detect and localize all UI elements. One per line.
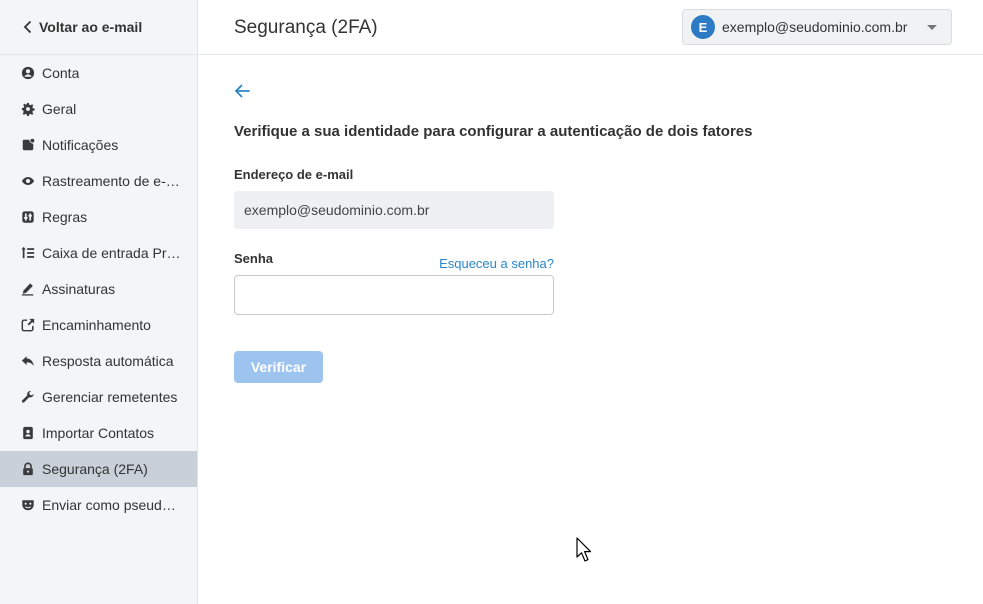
sidebar-item-label: Enviar como pseud… bbox=[42, 497, 176, 513]
sidebar-item-label: Notificações bbox=[42, 137, 119, 153]
eye-icon bbox=[20, 174, 35, 189]
sidebar-item-label: Encaminhamento bbox=[42, 317, 151, 333]
account-switcher[interactable]: E exemplo@seudominio.com.br bbox=[682, 9, 952, 45]
sidebar-item-label: Geral bbox=[42, 101, 77, 117]
sidebar-item-geral[interactable]: Geral bbox=[0, 91, 197, 127]
page-header: Segurança (2FA) E exemplo@seudominio.com… bbox=[198, 0, 983, 55]
sidebar-item-regras[interactable]: Regras bbox=[0, 199, 197, 235]
account-email: exemplo@seudominio.com.br bbox=[722, 19, 908, 35]
page-title: Segurança (2FA) bbox=[234, 17, 378, 38]
user-circle-icon bbox=[20, 66, 35, 81]
sidebar-item-conta[interactable]: Conta bbox=[0, 55, 197, 91]
settings-nav: Conta Geral Notificações Rastreamento de… bbox=[0, 55, 197, 523]
verify-button[interactable]: Verificar bbox=[234, 351, 323, 383]
sidebar-item-seguranca[interactable]: Segurança (2FA) bbox=[0, 451, 197, 487]
sidebar-item-label: Conta bbox=[42, 65, 80, 81]
arrow-left-icon[interactable] bbox=[232, 82, 252, 100]
reply-icon bbox=[20, 354, 35, 369]
notification-icon bbox=[20, 138, 35, 153]
email-field bbox=[234, 191, 554, 229]
sidebar-item-caixa-prioritaria[interactable]: Caixa de entrada Pri… bbox=[0, 235, 197, 271]
lock-icon bbox=[20, 462, 35, 477]
sidebar-item-encaminhamento[interactable]: Encaminhamento bbox=[0, 307, 197, 343]
sidebar-item-label: Regras bbox=[42, 209, 88, 225]
sidebar-item-rastreamento[interactable]: Rastreamento de e-… bbox=[0, 163, 197, 199]
contact-book-icon bbox=[20, 426, 35, 441]
sidebar-item-label: Assinaturas bbox=[42, 281, 116, 297]
rules-icon bbox=[20, 210, 35, 225]
gear-icon bbox=[20, 102, 35, 117]
sidebar: Voltar ao e-mail Conta Geral Notificaçõe… bbox=[0, 0, 198, 604]
sidebar-item-resposta-automatica[interactable]: Resposta automática bbox=[0, 343, 197, 379]
password-label: Senha bbox=[234, 251, 274, 266]
sidebar-item-importar-contatos[interactable]: Importar Contatos bbox=[0, 415, 197, 451]
sidebar-item-label: Importar Contatos bbox=[42, 425, 155, 441]
sidebar-item-label: Segurança (2FA) bbox=[42, 461, 148, 477]
sidebar-item-gerenciar-remetentes[interactable]: Gerenciar remetentes bbox=[0, 379, 197, 415]
sidebar-item-label: Resposta automática bbox=[42, 353, 174, 369]
avatar: E bbox=[691, 15, 715, 39]
mask-icon bbox=[20, 498, 35, 513]
back-to-email-label: Voltar ao e-mail bbox=[39, 19, 143, 35]
caret-down-icon bbox=[927, 25, 937, 30]
forward-icon bbox=[20, 318, 35, 333]
verification-heading: Verifique a sua identidade para configur… bbox=[234, 123, 753, 140]
sidebar-item-label: Gerenciar remetentes bbox=[42, 389, 178, 405]
chevron-left-icon bbox=[23, 20, 32, 34]
app-window: Voltar ao e-mail Conta Geral Notificaçõe… bbox=[0, 0, 983, 604]
password-field[interactable] bbox=[234, 275, 554, 315]
email-label: Endereço de e-mail bbox=[234, 167, 354, 182]
mouse-cursor-icon bbox=[576, 537, 592, 562]
sidebar-item-notificacoes[interactable]: Notificações bbox=[0, 127, 197, 163]
sidebar-item-assinaturas[interactable]: Assinaturas bbox=[0, 271, 197, 307]
sidebar-item-label: Caixa de entrada Pri… bbox=[42, 245, 182, 261]
priority-list-icon bbox=[20, 246, 35, 261]
sidebar-item-label: Rastreamento de e-… bbox=[42, 173, 180, 189]
sidebar-item-enviar-como-pseudonimo[interactable]: Enviar como pseud… bbox=[0, 487, 197, 523]
wrench-icon bbox=[20, 390, 35, 405]
forgot-password-link[interactable]: Esqueceu a senha? bbox=[438, 256, 554, 271]
main-content: Verifique a sua identidade para configur… bbox=[198, 56, 983, 604]
pen-icon bbox=[20, 282, 35, 297]
back-to-email-link[interactable]: Voltar ao e-mail bbox=[0, 0, 197, 55]
